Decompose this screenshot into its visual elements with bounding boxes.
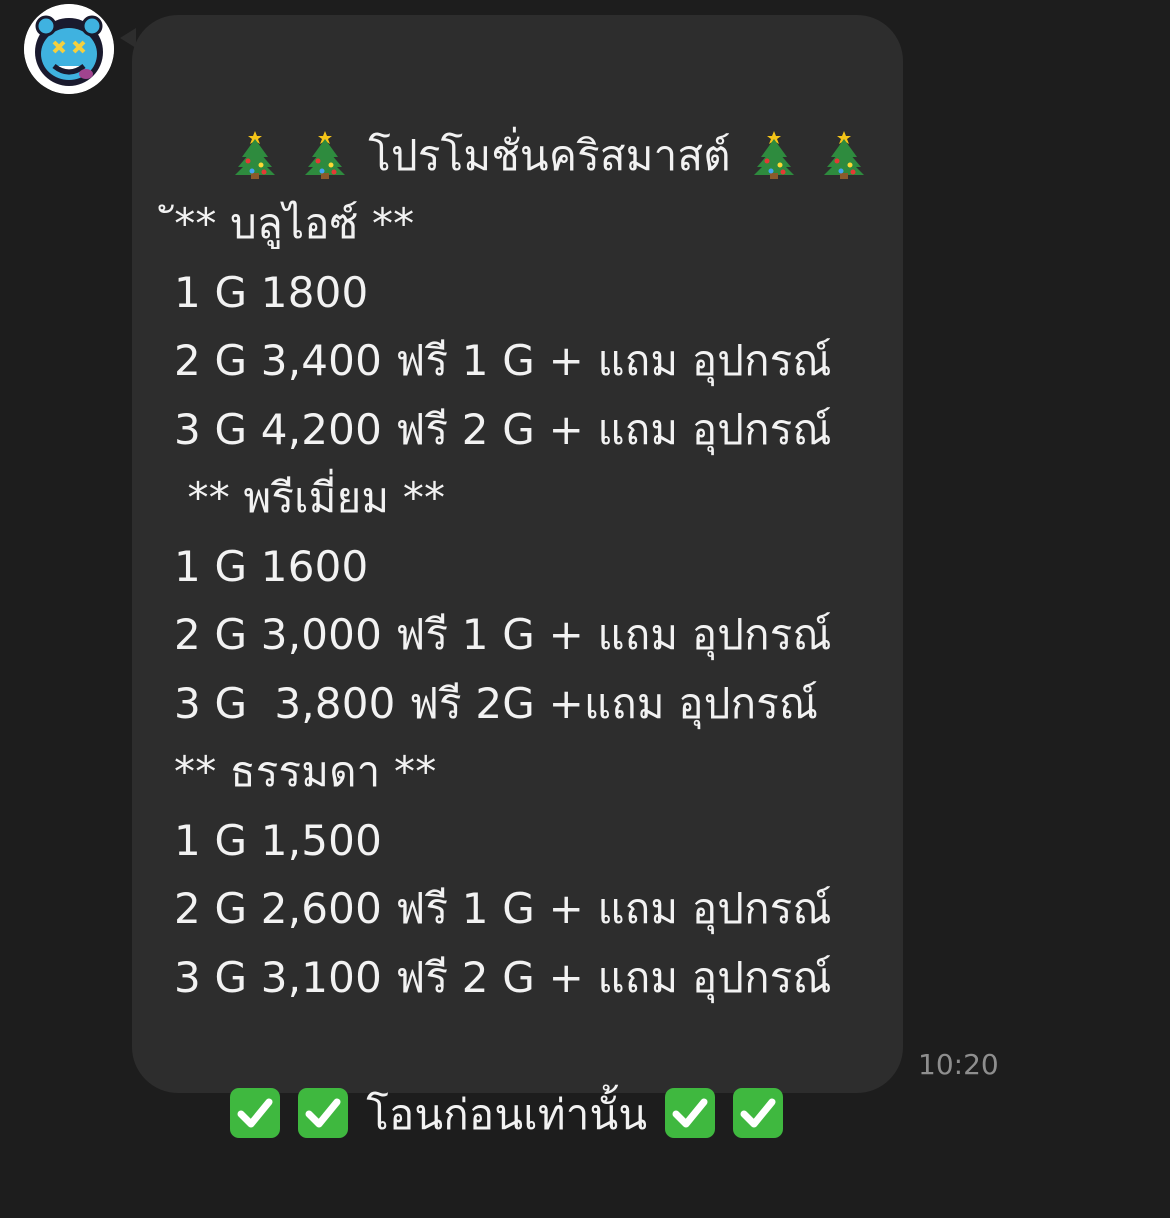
check-mark-icon — [731, 1086, 785, 1140]
check-mark-icon — [296, 1086, 350, 1140]
christmas-tree-icon — [817, 127, 871, 181]
message-line: 2 G 2,600 ฟรี 1 G + แถม อุปกรณ์ — [174, 884, 832, 933]
bear-avatar-icon — [24, 4, 114, 94]
promo-title-text: โปรโมชั่นคริสมาสต์ — [368, 130, 731, 180]
message-line: ** ธรรมดา ** — [174, 747, 437, 796]
message-timestamp: 10:20 — [918, 1048, 999, 1081]
message-line: 3 G 3,800 ฟรี 2G +แถม อุปกรณ์ — [174, 678, 819, 728]
message-line: 1 G 1600 — [174, 541, 369, 591]
message-line: ** พรีเมี่ยม ** — [174, 473, 446, 522]
sender-avatar[interactable] — [24, 4, 114, 94]
message-line: ั** บลูไอซ์ ** — [174, 199, 415, 248]
promo-title-line: โปรโมชั่นคริสมาสต์ — [174, 53, 903, 180]
footer-text: โอนก่อนเท่านั้น — [366, 1089, 648, 1139]
message-bubble[interactable]: โปรโมชั่นคริสมาสต์ ั** บลูไอซ์ ** 1 G 18… — [132, 15, 903, 1139]
message-line: 1 G 1800 — [174, 267, 369, 317]
check-mark-icon — [228, 1086, 282, 1140]
footer-line: โอนก่อนเท่านั้น — [174, 1012, 903, 1139]
message-line: 2 G 3,400 ฟรี 1 G + แถม อุปกรณ์ — [174, 336, 832, 385]
christmas-tree-icon — [747, 127, 801, 181]
christmas-tree-icon — [228, 127, 282, 181]
message-line: 1 G 1,500 — [174, 815, 383, 865]
christmas-tree-icon — [298, 127, 352, 181]
message-line: 3 G 3,100 ฟรี 2 G + แถม อุปกรณ์ — [174, 952, 832, 1002]
message-line: 3 G 4,200 ฟรี 2 G + แถม อุปกรณ์ — [174, 404, 832, 454]
message-line: 2 G 3,000 ฟรี 1 G + แถม อุปกรณ์ — [174, 610, 832, 659]
check-mark-icon — [663, 1086, 717, 1140]
